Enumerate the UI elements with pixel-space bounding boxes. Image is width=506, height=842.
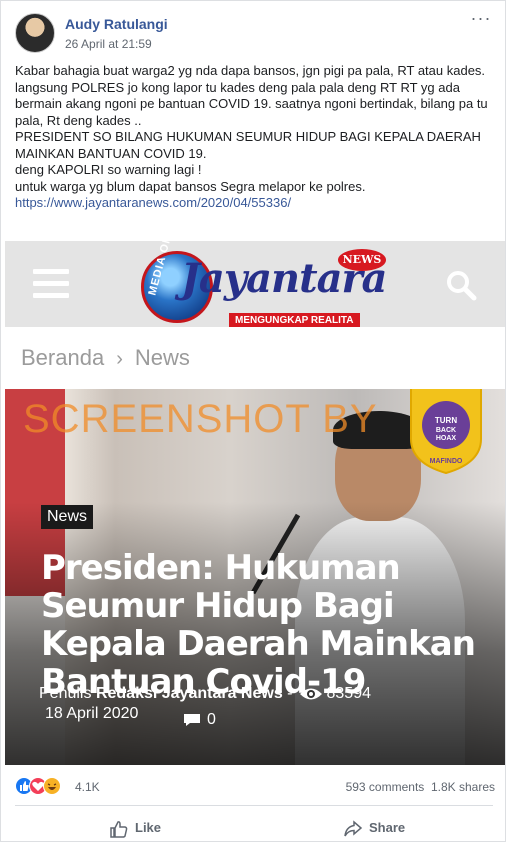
svg-text:MAFINDO: MAFINDO <box>430 458 463 465</box>
category-tag: News <box>41 505 94 529</box>
view-count: 83594 <box>326 685 372 702</box>
more-options-button[interactable]: ··· <box>469 9 493 29</box>
breadcrumb-home: Beranda <box>21 345 105 370</box>
hamburger-menu-icon <box>33 269 69 299</box>
facebook-post-card: Audy Ratulangi 26 April at 21:59 ··· Kab… <box>0 0 506 842</box>
post-text: Kabar bahagia buat warga2 yg nda dapa ba… <box>15 63 495 212</box>
breadcrumb-current: News <box>134 345 190 370</box>
post-timestamp[interactable]: 26 April at 21:59 <box>65 37 152 51</box>
comments-count[interactable]: 593 comments <box>346 780 425 794</box>
like-button[interactable]: Like <box>109 813 161 842</box>
search-icon <box>447 271 477 301</box>
watermark-text: SCREENSHOT BY <box>23 397 378 441</box>
share-arrow-icon <box>344 819 363 836</box>
comment-icon <box>184 713 200 726</box>
reaction-icons[interactable] <box>15 777 73 797</box>
author-name[interactable]: Audy Ratulangi <box>65 16 168 32</box>
article-comment-count: 0 <box>183 711 216 729</box>
byline-prefix: Penulis <box>39 685 92 702</box>
share-label: Share <box>369 820 406 835</box>
post-header: Audy Ratulangi 26 April at 21:59 ··· <box>15 9 495 55</box>
comment-share-counts: 593 comments 1.8K shares <box>346 780 495 794</box>
jayantara-logo: MEDIA ON Jayantara NEWS MENGUNGKAP REALI… <box>133 241 393 329</box>
like-label: Like <box>135 820 162 835</box>
site-header: MEDIA ON Jayantara NEWS MENGUNGKAP REALI… <box>5 241 505 329</box>
thumbs-up-icon <box>110 820 128 838</box>
post-text-line: PRESIDENT SO BILANG HUKUMAN SEUMUR HIDUP… <box>15 129 481 161</box>
divider <box>15 805 493 806</box>
breadcrumb: Beranda › News <box>5 327 505 389</box>
article-link[interactable]: https://www.jayantaranews.com/2020/04/55… <box>15 195 495 212</box>
breadcrumb-separator: › <box>116 348 123 370</box>
post-actions: Like Share <box>1 813 506 842</box>
post-text-line: deng KAPOLRI so warning lagi ! <box>15 162 202 177</box>
svg-text:BACK: BACK <box>436 427 456 434</box>
reactions-bar: 4.1K 593 comments 1.8K shares <box>15 777 495 799</box>
reaction-count[interactable]: 4.1K <box>75 780 100 794</box>
mafindo-badge-icon: TURN BACK HOAX MAFINDO <box>410 389 482 475</box>
byline-separator: - <box>287 685 293 702</box>
article-byline: Penulis Redaksi Jayantara News - 83594 <box>39 685 371 703</box>
post-text-line: Kabar bahagia buat warga2 yg nda dapa ba… <box>15 63 488 128</box>
shared-screenshot-image[interactable]: MEDIA ON Jayantara NEWS MENGUNGKAP REALI… <box>5 241 505 765</box>
svg-text:TURN: TURN <box>435 416 457 425</box>
article-headline: Presiden: Hukuman Seumur Hidup Bagi Kepa… <box>41 548 476 702</box>
byline-author: Redaksi Jayantara News <box>95 685 283 702</box>
eye-icon <box>299 688 322 700</box>
news-badge: NEWS <box>338 249 386 271</box>
share-button[interactable]: Share <box>343 813 405 842</box>
post-text-line: untuk warga yg blum dapat bansos Segra m… <box>15 178 366 194</box>
article-comment-number: 0 <box>207 711 216 728</box>
haha-reaction-icon <box>43 777 61 795</box>
avatar[interactable] <box>15 13 55 53</box>
svg-text:HOAX: HOAX <box>436 435 457 442</box>
shares-count[interactable]: 1.8K shares <box>431 780 495 794</box>
article-hero: SCREENSHOT BY TURN BACK HOAX MAFINDO New… <box>5 389 505 765</box>
publish-date: 18 April 2020 <box>45 705 139 722</box>
